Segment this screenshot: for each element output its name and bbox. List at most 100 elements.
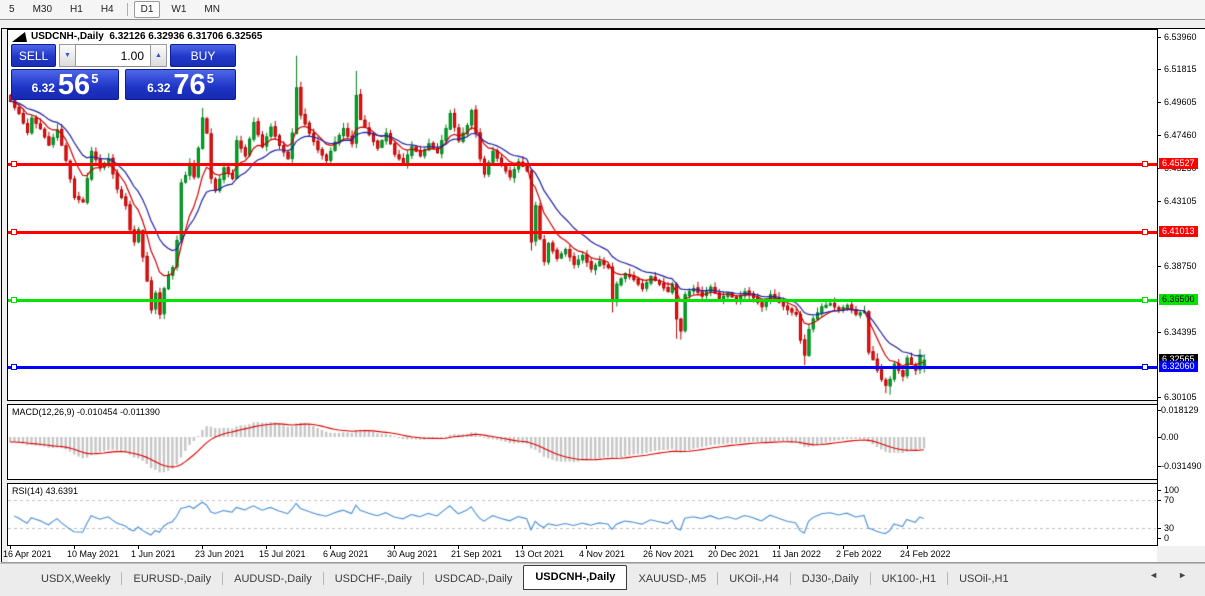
horizontal-line-6.41013[interactable] bbox=[8, 229, 1157, 235]
rsi-axis-label: 0 bbox=[1164, 533, 1170, 543]
volume-input[interactable] bbox=[76, 44, 150, 67]
price-axis-label: 6.38750 bbox=[1164, 261, 1197, 271]
timeframe-button-h4[interactable]: H4 bbox=[94, 1, 121, 18]
buy-price-prefix: 6.32 bbox=[147, 81, 171, 95]
rsi-axis-label: 30 bbox=[1164, 523, 1175, 533]
time-axis-label: 24 Feb 2022 bbox=[900, 549, 951, 559]
ohlc-high: 6.32936 bbox=[148, 31, 185, 42]
horizontal-line-6.36500[interactable] bbox=[8, 297, 1157, 303]
sell-price-main: 56 bbox=[57, 69, 91, 101]
tabs-holder: USDX,Weekly EURUSD-,Daily AUDUSD-,Daily USD… bbox=[0, 565, 1020, 590]
macd-chart-canvas[interactable] bbox=[8, 405, 1156, 479]
tab-usdchf-daily[interactable]: USDCHF-,Daily bbox=[324, 569, 423, 589]
time-axis-label: 13 Oct 2021 bbox=[515, 549, 565, 559]
timeframe-toolbar: 5 M30 H1 H4 D1 W1 MN bbox=[0, 0, 1205, 20]
rsi-label: RSI(14) 43.6391 bbox=[12, 486, 79, 496]
timeframe-button-m30[interactable]: M30 bbox=[26, 1, 59, 18]
time-axis-label: 21 Sep 2021 bbox=[451, 549, 503, 559]
one-click-trade-panel: SELL ▼ ▲ BUY 6.32 56 5 6.32 76 5 bbox=[10, 44, 236, 100]
rsi-axis-label: 70 bbox=[1164, 495, 1175, 505]
tab-ukoil-h4[interactable]: UKOil-,H4 bbox=[718, 569, 790, 589]
tab-uk100-h1[interactable]: UK100-,H1 bbox=[871, 569, 947, 589]
time-axis-label: 4 Nov 2021 bbox=[579, 549, 626, 559]
chart-title: USDCNH-,Daily 6.32126 6.32936 6.31706 6.… bbox=[31, 31, 262, 42]
price-axis-label: 6.51815 bbox=[1164, 64, 1197, 74]
volume-increase-button[interactable]: ▲ bbox=[150, 44, 167, 67]
sell-price-button[interactable]: 6.32 56 5 bbox=[11, 69, 119, 100]
macd-label: MACD(12,26,9) -0.010454 -0.011390 bbox=[12, 407, 160, 417]
timeframe-button-mn[interactable]: MN bbox=[197, 1, 227, 18]
tab-dj30-daily[interactable]: DJ30-,Daily bbox=[791, 569, 870, 589]
price-axis-label: 6.47460 bbox=[1164, 130, 1197, 140]
tab-usdcad-daily[interactable]: USDCAD-,Daily bbox=[424, 569, 524, 589]
price-axis-label: 6.34395 bbox=[1164, 327, 1197, 337]
horizontal-line-6.45527[interactable] bbox=[8, 161, 1157, 167]
hline-price-tag: 6.41013 bbox=[1159, 226, 1198, 237]
sell-price-pip: 5 bbox=[91, 71, 99, 86]
hline-price-tag: 6.36500 bbox=[1159, 294, 1198, 305]
macd-axis-label: 0.00 bbox=[1161, 432, 1179, 442]
ohlc-low: 6.31706 bbox=[187, 31, 224, 42]
price-axis-separator bbox=[1157, 29, 1158, 546]
chart-symbol-period: USDCNH-,Daily bbox=[31, 31, 104, 42]
time-axis-label: 11 Jan 2022 bbox=[772, 549, 821, 559]
hline-right-handle[interactable] bbox=[1142, 161, 1148, 167]
buy-price-button[interactable]: 6.32 76 5 bbox=[125, 69, 236, 100]
tab-xauusd-m5[interactable]: XAUUSD-,M5 bbox=[627, 569, 717, 589]
tab-scroll-left-icon[interactable]: ◄ bbox=[1149, 570, 1158, 580]
time-axis-label: 16 Apr 2021 bbox=[3, 549, 52, 559]
volume-decrease-button[interactable]: ▼ bbox=[59, 44, 76, 67]
price-axis: 6.539606.518156.496056.474606.452506.431… bbox=[1157, 29, 1205, 546]
timeframe-button-d1[interactable]: D1 bbox=[133, 1, 161, 18]
tab-scroll-controls: ◄ ► bbox=[1149, 570, 1187, 580]
tab-eurusd-daily[interactable]: EURUSD-,Daily bbox=[122, 569, 222, 589]
tab-audusd-daily[interactable]: AUDUSD-,Daily bbox=[223, 569, 323, 589]
sell-price-prefix: 6.32 bbox=[31, 81, 55, 95]
tab-usdcnh-daily[interactable]: USDCNH-,Daily bbox=[523, 565, 628, 590]
hline-right-handle[interactable] bbox=[1142, 297, 1148, 303]
time-axis-label: 20 Dec 2021 bbox=[708, 549, 760, 559]
timeframe-button-5[interactable]: 5 bbox=[2, 1, 22, 18]
tab-scroll-right-icon[interactable]: ► bbox=[1178, 570, 1187, 580]
timeframe-button-h1[interactable]: H1 bbox=[63, 1, 90, 18]
hline-price-tag: 6.45527 bbox=[1159, 158, 1198, 169]
sell-button[interactable]: SELL bbox=[11, 44, 56, 67]
macd-axis-label: 0.018129 bbox=[1161, 405, 1199, 415]
hline-left-handle[interactable] bbox=[11, 229, 17, 235]
ohlc-open: 6.32126 bbox=[109, 31, 146, 42]
ohlc-close: 6.32565 bbox=[226, 31, 263, 42]
chart-tab-bar: USDX,Weekly EURUSD-,Daily AUDUSD-,Daily USD… bbox=[0, 563, 1205, 593]
time-axis-label: 30 Aug 2021 bbox=[387, 549, 438, 559]
rsi-chart-canvas[interactable] bbox=[8, 484, 1156, 545]
tab-usoil-h1[interactable]: USOil-,H1 bbox=[948, 569, 1020, 589]
mt4-terminal: 5 M30 H1 H4 D1 W1 MN USDCNH-,Daily 6.32126 6.3… bbox=[0, 0, 1205, 596]
hline-left-handle[interactable] bbox=[11, 364, 17, 370]
hline-price-tag: 6.32060 bbox=[1159, 361, 1198, 372]
buy-price-pip: 5 bbox=[206, 71, 214, 86]
horizontal-line-6.32060[interactable] bbox=[8, 364, 1157, 370]
timeframe-button-w1[interactable]: W1 bbox=[164, 1, 193, 18]
time-axis-label: 26 Nov 2021 bbox=[643, 549, 695, 559]
hline-left-handle[interactable] bbox=[11, 297, 17, 303]
price-axis-label: 6.53960 bbox=[1164, 32, 1197, 42]
toolbar-divider bbox=[126, 3, 128, 16]
price-axis-label: 6.30105 bbox=[1164, 392, 1197, 402]
time-axis-label: 23 Jun 2021 bbox=[195, 549, 245, 559]
price-axis-label: 6.49605 bbox=[1164, 97, 1197, 107]
time-axis-label: 15 Jul 2021 bbox=[259, 549, 306, 559]
rsi-axis-label: 100 bbox=[1164, 485, 1180, 495]
buy-price-main: 76 bbox=[173, 69, 206, 101]
tab-usdx-weekly[interactable]: USDX,Weekly bbox=[30, 569, 121, 589]
hline-left-handle[interactable] bbox=[11, 161, 17, 167]
time-axis-label: 2 Feb 2022 bbox=[836, 549, 882, 559]
hline-right-handle[interactable] bbox=[1142, 364, 1148, 370]
time-axis: 16 Apr 2021 10 May 2021 1 Jun 2021 23 Jun 2… bbox=[3, 545, 1157, 562]
time-axis-label: 6 Aug 2021 bbox=[323, 549, 369, 559]
buy-button[interactable]: BUY bbox=[170, 44, 236, 67]
macd-axis-label: -0.031490 bbox=[1161, 461, 1202, 471]
price-axis-label: 6.43105 bbox=[1164, 196, 1197, 206]
time-axis-label: 1 Jun 2021 bbox=[131, 549, 176, 559]
chart-window-left-border bbox=[1, 28, 2, 562]
time-axis-label: 10 May 2021 bbox=[67, 549, 120, 559]
hline-right-handle[interactable] bbox=[1142, 229, 1148, 235]
